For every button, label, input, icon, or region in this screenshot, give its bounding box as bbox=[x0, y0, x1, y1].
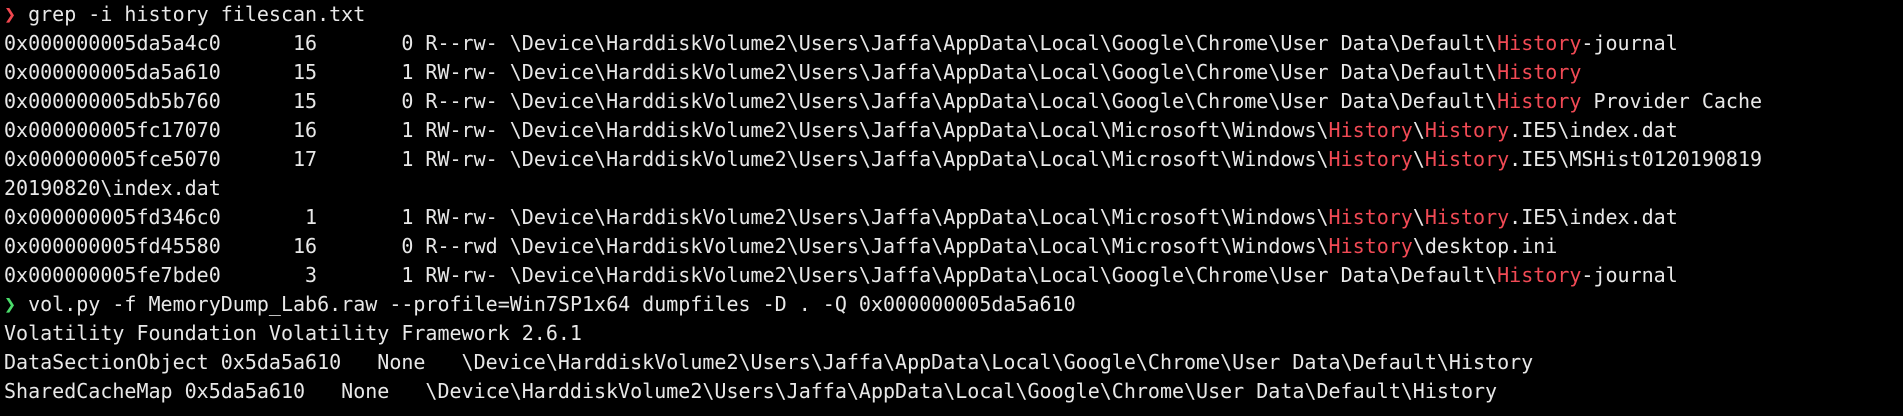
path-segment: -journal bbox=[1581, 31, 1678, 55]
path-segment: \desktop.ini bbox=[1412, 234, 1558, 258]
path-segment: \Device\HarddiskVolume2\Users\Jaffa\AppD… bbox=[509, 31, 1498, 55]
row-fields: 0x000000005fe7bde0 3 1 RW-rw- bbox=[4, 263, 510, 287]
match-highlight: History bbox=[1497, 31, 1582, 55]
match-highlight: History bbox=[1497, 263, 1582, 287]
command-text: vol.py -f MemoryDump_Lab6.raw --profile=… bbox=[28, 292, 1076, 316]
row-fields: 0x000000005fc17070 16 1 RW-rw- bbox=[4, 118, 510, 142]
command-line-vol: ❯ vol.py -f MemoryDump_Lab6.raw --profil… bbox=[4, 290, 1903, 319]
row-fields: 0x000000005db5b760 15 0 R--rw- bbox=[4, 89, 510, 113]
grep-result-row: 0x000000005fe7bde0 3 1 RW-rw- \Device\Ha… bbox=[4, 261, 1903, 290]
path-segment: \ bbox=[1412, 118, 1425, 142]
match-highlight: History bbox=[1328, 205, 1413, 229]
command-line-grep: ❯ grep -i history filescan.txt bbox=[4, 0, 1903, 29]
output-line: DataSectionObject 0x5da5a610 None \Devic… bbox=[4, 350, 1534, 374]
path-segment: -journal bbox=[1581, 263, 1678, 287]
grep-result-row: 0x000000005fc17070 16 1 RW-rw- \Device\H… bbox=[4, 116, 1903, 145]
grep-result-row: 0x000000005fd45580 16 0 R--rwd \Device\H… bbox=[4, 232, 1903, 261]
grep-result-row: 0x000000005da5a4c0 16 0 R--rw- \Device\H… bbox=[4, 29, 1903, 58]
match-highlight: History bbox=[1328, 234, 1413, 258]
row-fields: 0x000000005fd346c0 1 1 RW-rw- bbox=[4, 205, 510, 229]
path-segment: \ bbox=[1412, 147, 1425, 171]
grep-result-row: 0x000000005da5a610 15 1 RW-rw- \Device\H… bbox=[4, 58, 1903, 87]
match-highlight: History bbox=[1424, 118, 1510, 142]
row-fields: 0x000000005da5a610 15 1 RW-rw- bbox=[4, 60, 510, 84]
path-segment: \Device\HarddiskVolume2\Users\Jaffa\AppD… bbox=[509, 60, 1498, 84]
path-segment: Provider Cache bbox=[1581, 89, 1763, 113]
path-segment: \Device\HarddiskVolume2\Users\Jaffa\AppD… bbox=[509, 89, 1498, 113]
match-highlight: History bbox=[1328, 118, 1413, 142]
path-segment: \Device\HarddiskVolume2\Users\Jaffa\AppD… bbox=[509, 234, 1329, 258]
command-text: grep -i history filescan.txt bbox=[28, 2, 366, 26]
row-fields: 0x000000005fce5070 17 1 RW-rw- bbox=[4, 147, 510, 171]
path-segment: \Device\HarddiskVolume2\Users\Jaffa\AppD… bbox=[509, 263, 1498, 287]
row-fields: 0x000000005fd45580 16 0 R--rwd bbox=[4, 234, 510, 258]
path-segment: \Device\HarddiskVolume2\Users\Jaffa\AppD… bbox=[509, 147, 1329, 171]
output-line: SharedCacheMap 0x5da5a610 None \Device\H… bbox=[4, 379, 1498, 403]
grep-result-row: 0x000000005fd346c0 1 1 RW-rw- \Device\Ha… bbox=[4, 203, 1903, 232]
terminal-window[interactable]: ❯ grep -i history filescan.txt 0x0000000… bbox=[0, 0, 1903, 416]
path-segment: .IE5\MSHist0120190819 bbox=[1509, 147, 1763, 171]
path-segment: \Device\HarddiskVolume2\Users\Jaffa\AppD… bbox=[509, 118, 1329, 142]
match-highlight: History bbox=[1424, 205, 1510, 229]
path-segment: \ bbox=[1412, 205, 1425, 229]
grep-output: 0x000000005da5a4c0 16 0 R--rw- \Device\H… bbox=[4, 29, 1903, 290]
row-fields: 0x000000005da5a4c0 16 0 R--rw- bbox=[4, 31, 510, 55]
grep-result-row: 0x000000005db5b760 15 0 R--rw- \Device\H… bbox=[4, 87, 1903, 116]
match-highlight: History bbox=[1328, 147, 1413, 171]
prompt-arrow-icon: ❯ bbox=[4, 292, 17, 316]
grep-result-row: 0x000000005fce5070 17 1 RW-rw- \Device\H… bbox=[4, 145, 1903, 174]
match-highlight: History bbox=[1424, 147, 1510, 171]
match-highlight: History bbox=[1497, 60, 1582, 84]
output-line: Volatility Foundation Volatility Framewo… bbox=[4, 321, 582, 345]
match-highlight: History bbox=[1497, 89, 1582, 113]
path-segment: .IE5\index.dat bbox=[1509, 118, 1678, 142]
wrapped-path-continuation: 20190820\index.dat bbox=[4, 176, 221, 200]
path-segment: .IE5\index.dat bbox=[1509, 205, 1678, 229]
path-segment: \Device\HarddiskVolume2\Users\Jaffa\AppD… bbox=[509, 205, 1329, 229]
prompt-arrow-icon: ❯ bbox=[4, 2, 17, 26]
